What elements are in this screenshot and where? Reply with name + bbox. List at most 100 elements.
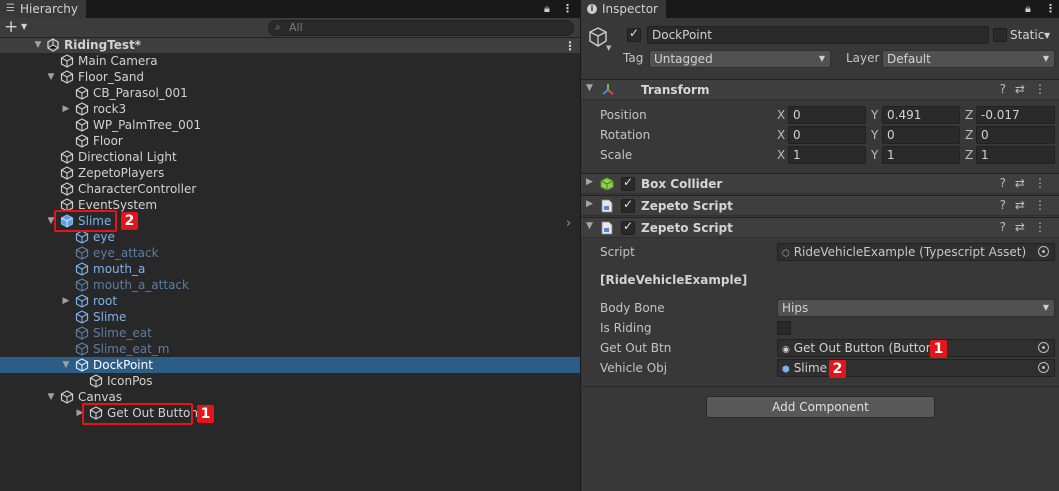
hierarchy-item[interactable]: ZepetoPlayers bbox=[0, 165, 580, 181]
hierarchy-item-label: CB_Parasol_001 bbox=[93, 86, 188, 100]
get-out-btn-value: Get Out Button (Button) bbox=[793, 341, 939, 355]
hierarchy-item[interactable]: CharacterController bbox=[0, 181, 580, 197]
layer-dropdown[interactable]: Default ▼ bbox=[882, 50, 1055, 68]
chevron-down-icon: ▼ bbox=[1042, 54, 1049, 63]
zepeto-script-2-enabled-checkbox[interactable] bbox=[621, 219, 635, 235]
inspector-tab[interactable]: i Inspector bbox=[581, 0, 666, 18]
gameobject-cube-icon bbox=[60, 70, 74, 84]
foldout-arrow-icon[interactable]: ▼ bbox=[586, 221, 593, 231]
transform-rotation-x-field[interactable]: 0 bbox=[788, 126, 866, 144]
lock-icon[interactable]: 🔒︎ bbox=[1025, 0, 1031, 18]
component-header-icons[interactable]: ?⇄⋮ bbox=[1000, 176, 1055, 190]
get-out-btn-label: Get Out Btn bbox=[600, 341, 672, 355]
expand-arrow-icon[interactable]: ▼ bbox=[33, 38, 43, 53]
gameobject-cube-icon bbox=[75, 358, 89, 372]
transform-scale-y-field[interactable]: 1 bbox=[882, 146, 960, 164]
hierarchy-item[interactable]: WP_PalmTree_001 bbox=[0, 117, 580, 133]
add-component-button[interactable]: Add Component bbox=[706, 396, 935, 418]
component-header-icons[interactable]: ?⇄⋮ bbox=[1000, 220, 1055, 234]
transform-position-label: Position bbox=[600, 108, 647, 122]
hierarchy-item[interactable]: Slime_eat_m bbox=[0, 341, 580, 357]
transform-rotation-z-field[interactable]: 0 bbox=[976, 126, 1055, 144]
transform-position-y-field[interactable]: 0.491 bbox=[882, 106, 960, 124]
tag-value: Untagged bbox=[654, 52, 713, 66]
static-dropdown-icon[interactable]: ▼ bbox=[1044, 31, 1050, 40]
active-checkbox[interactable] bbox=[627, 26, 641, 42]
gameobject-cube-icon bbox=[75, 118, 89, 132]
axis-z-label: Z bbox=[965, 148, 974, 162]
object-picker-icon[interactable] bbox=[1038, 342, 1049, 353]
hierarchy-item[interactable]: mouth_a_attack bbox=[0, 277, 580, 293]
object-picker-icon[interactable] bbox=[1038, 362, 1049, 373]
object-picker-icon[interactable] bbox=[1038, 246, 1049, 257]
hierarchy-item[interactable]: Slime bbox=[0, 309, 580, 325]
hierarchy-item[interactable]: mouth_a bbox=[0, 261, 580, 277]
tag-label: Tag bbox=[623, 51, 644, 65]
static-checkbox[interactable] bbox=[993, 28, 1007, 42]
component-header-icons[interactable]: ?⇄⋮ bbox=[1000, 82, 1055, 96]
transform-header[interactable]: ▼ Transform ?⇄⋮ bbox=[581, 79, 1059, 100]
vehicle-obj-label: Vehicle Obj bbox=[600, 361, 668, 375]
icon-dropdown-icon[interactable]: ▼ bbox=[606, 44, 611, 52]
axis-y-label: Y bbox=[871, 128, 879, 142]
body-bone-dropdown[interactable]: Hips ▼ bbox=[777, 299, 1055, 317]
tag-dropdown[interactable]: Untagged ▼ bbox=[649, 50, 831, 68]
lock-icon[interactable]: 🔒︎ bbox=[544, 0, 550, 18]
hierarchy-item[interactable]: Directional Light bbox=[0, 149, 580, 165]
foldout-arrow-icon[interactable]: ▶ bbox=[586, 199, 593, 209]
search-input[interactable]: ⌕ All bbox=[268, 20, 574, 36]
hierarchy-item[interactable]: CB_Parasol_001 bbox=[0, 85, 580, 101]
collapsed-arrow-icon[interactable]: ▶ bbox=[61, 293, 71, 309]
layer-value: Default bbox=[887, 52, 931, 66]
scene-name: RidingTest* bbox=[64, 38, 142, 52]
hierarchy-item[interactable]: IconPos bbox=[0, 373, 580, 389]
transform-rotation-y-field[interactable]: 0 bbox=[882, 126, 960, 144]
expanded-arrow-icon[interactable]: ▼ bbox=[46, 69, 56, 85]
hierarchy-item[interactable]: Slime_eat bbox=[0, 325, 580, 341]
chevron-right-icon[interactable]: › bbox=[566, 216, 571, 231]
is-riding-checkbox[interactable] bbox=[777, 321, 791, 335]
transform-position-z-field[interactable]: -0.017 bbox=[976, 106, 1055, 124]
foldout-arrow-icon[interactable]: ▶ bbox=[586, 177, 593, 187]
hierarchy-item[interactable]: ▼ Floor_Sand bbox=[0, 69, 580, 85]
hierarchy-item[interactable]: eye_attack bbox=[0, 245, 580, 261]
transform-position-x-field[interactable]: 0 bbox=[788, 106, 866, 124]
prefab-cube-icon bbox=[75, 310, 89, 324]
hierarchy-item[interactable]: ▶ rock3 bbox=[0, 101, 580, 117]
more-vert-icon[interactable]: ⋮ bbox=[562, 0, 573, 18]
box-collider-enabled-checkbox[interactable] bbox=[621, 175, 635, 191]
object-name-field[interactable]: DockPoint bbox=[647, 26, 989, 44]
add-object-button[interactable]: + bbox=[4, 19, 18, 36]
hierarchy-item[interactable]: ▼ DockPoint bbox=[0, 357, 580, 373]
vehicle-obj-value: Slime bbox=[793, 361, 828, 375]
hierarchy-item-label: Main Camera bbox=[78, 54, 158, 68]
hierarchy-tab[interactable]: ☰ Hierarchy bbox=[0, 0, 86, 18]
zepeto-script-1-header[interactable]: ▶ Zepeto Script ?⇄⋮ bbox=[581, 195, 1059, 216]
zepeto-script-1-enabled-checkbox[interactable] bbox=[621, 197, 635, 213]
expanded-arrow-icon[interactable]: ▼ bbox=[46, 389, 56, 405]
hierarchy-item-label: IconPos bbox=[107, 374, 153, 388]
get-out-btn-field[interactable]: ◉ Get Out Button (Button) bbox=[777, 339, 1055, 357]
scene-menu-icon[interactable]: ⋮ bbox=[564, 40, 576, 52]
box-collider-header[interactable]: ▶ Box Collider ?⇄⋮ bbox=[581, 173, 1059, 194]
transform-scale-x-field[interactable]: 1 bbox=[788, 146, 866, 164]
component-header-icons[interactable]: ?⇄⋮ bbox=[1000, 198, 1055, 212]
hierarchy-item-label: Directional Light bbox=[78, 150, 177, 164]
foldout-arrow-icon[interactable]: ▼ bbox=[586, 83, 593, 93]
more-vert-icon[interactable]: ⋮ bbox=[1045, 0, 1056, 18]
hierarchy-item[interactable]: Main Camera bbox=[0, 53, 580, 69]
hierarchy-item-label: Floor bbox=[93, 134, 123, 148]
hierarchy-item[interactable]: ▶ root bbox=[0, 293, 580, 309]
vehicle-obj-field[interactable]: ⬢ Slime bbox=[777, 359, 1055, 377]
scene-row[interactable]: ▼ RidingTest* ⋮ bbox=[0, 38, 580, 53]
script-asset-field[interactable]: ⬡ RideVehicleExample (Typescript Asset) bbox=[777, 243, 1055, 261]
axis-y-label: Y bbox=[871, 148, 879, 162]
collapsed-arrow-icon[interactable]: ▶ bbox=[61, 101, 71, 117]
transform-scale-z-field[interactable]: 1 bbox=[976, 146, 1055, 164]
prefab-cube-icon bbox=[75, 262, 89, 276]
prefab-cube-icon bbox=[75, 246, 89, 260]
hierarchy-item[interactable]: Floor bbox=[0, 133, 580, 149]
zepeto-script-2-header[interactable]: ▼ Zepeto Script ?⇄⋮ bbox=[581, 217, 1059, 238]
chevron-down-icon[interactable]: ▼ bbox=[21, 22, 27, 31]
expanded-arrow-icon[interactable]: ▼ bbox=[61, 357, 71, 373]
